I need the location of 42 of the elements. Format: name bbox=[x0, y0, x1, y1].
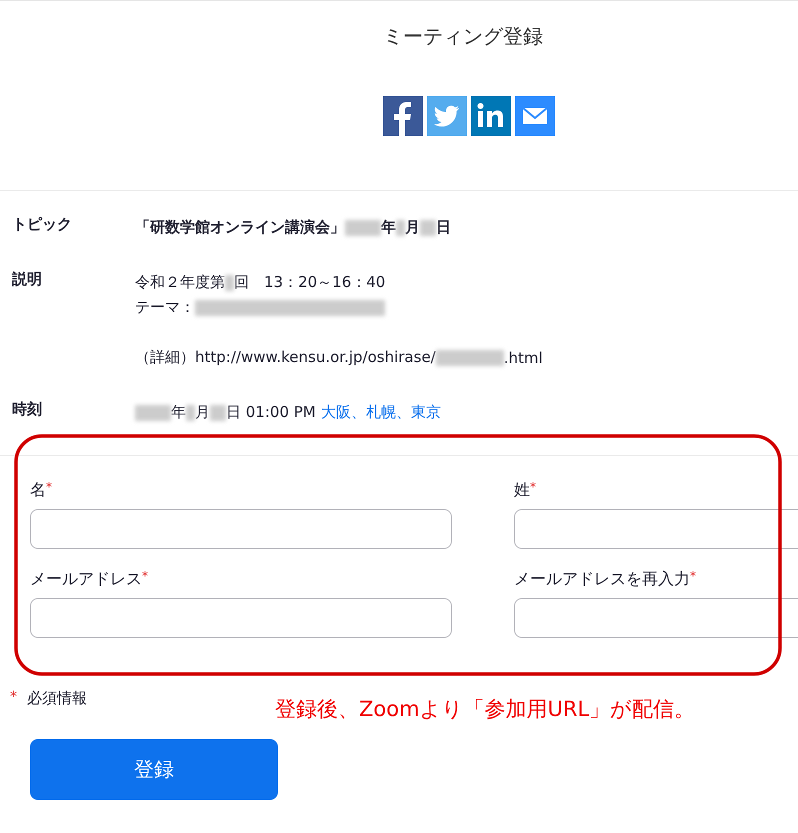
detail-text: （詳細）http://www.kensu.or.jp/oshirase/ bbox=[135, 348, 436, 367]
required-note: 必須情報 bbox=[27, 689, 87, 709]
detail-text: 月 bbox=[195, 403, 210, 422]
field-label: メールアドレスを再入力 bbox=[514, 569, 690, 588]
detail-text: 年 bbox=[171, 403, 186, 422]
blurred-redaction bbox=[135, 404, 171, 420]
blurred-redaction bbox=[396, 220, 405, 236]
detail-text: 「研数学館オンライン講演会」 bbox=[135, 218, 345, 237]
field-label: メールアドレス bbox=[30, 569, 142, 588]
required-mark: * bbox=[530, 480, 536, 494]
required-mark: * bbox=[46, 480, 52, 494]
input-field[interactable] bbox=[30, 509, 452, 549]
blurred-redaction bbox=[225, 274, 234, 290]
detail-text: .html bbox=[504, 348, 543, 366]
blurred-redaction bbox=[210, 404, 226, 420]
linkedin-icon[interactable] bbox=[471, 96, 511, 136]
detail-text: 日 bbox=[436, 218, 451, 237]
detail-text: 年 bbox=[381, 218, 396, 237]
detail-label: トピック bbox=[12, 215, 73, 235]
email-icon[interactable] bbox=[515, 96, 555, 136]
blurred-redaction bbox=[420, 220, 436, 236]
detail-text: 日 01:00 PM bbox=[226, 403, 316, 422]
detail-label: 説明 bbox=[12, 270, 43, 290]
required-mark: * bbox=[10, 689, 17, 707]
annotation-text: 登録後、Zoomより「参加用URL」が配信。 bbox=[275, 696, 696, 723]
detail-text: テーマ： bbox=[135, 298, 195, 317]
page-title: ミーティング登録 bbox=[383, 23, 544, 50]
detail-text: 令和２年度第 bbox=[135, 273, 225, 292]
required-mark: * bbox=[142, 569, 148, 583]
detail-label: 時刻 bbox=[12, 400, 43, 420]
field-label: 名 bbox=[30, 480, 46, 499]
detail-text: 回 13：20～16：40 bbox=[234, 273, 386, 292]
required-mark: * bbox=[690, 569, 696, 583]
blurred-redaction bbox=[345, 220, 381, 236]
blurred-redaction bbox=[436, 350, 504, 366]
field-label: 姓 bbox=[514, 480, 530, 499]
facebook-icon[interactable] bbox=[383, 96, 423, 136]
detail-text: 月 bbox=[405, 218, 420, 237]
timezone-link[interactable]: 大阪、札幌、東京 bbox=[320, 403, 441, 422]
blurred-redaction bbox=[186, 404, 195, 420]
register-button[interactable]: 登録 bbox=[30, 739, 278, 800]
input-field[interactable] bbox=[30, 598, 452, 638]
